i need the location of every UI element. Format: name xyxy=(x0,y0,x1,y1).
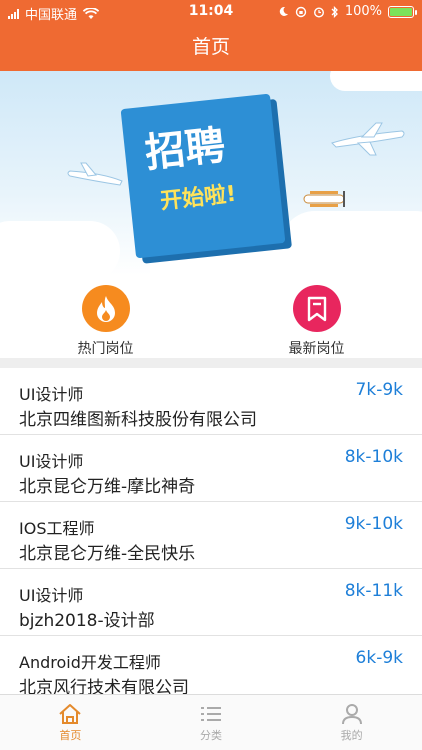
tab-mine-label: 我的 xyxy=(340,729,363,742)
person-icon xyxy=(341,704,362,725)
tab-category[interactable]: 分类 xyxy=(141,695,282,750)
new-jobs-button[interactable]: 最新岗位 xyxy=(211,275,422,358)
job-salary: 8k-11k xyxy=(344,581,403,601)
moon-icon xyxy=(279,6,288,16)
job-salary: 7k-9k xyxy=(355,380,403,400)
tab-home-label: 首页 xyxy=(59,729,82,742)
tab-home[interactable]: 首页 xyxy=(0,695,141,750)
banner-subline: 开始啦! xyxy=(159,181,238,215)
job-company: 北京昆仑万维-摩比神奇 xyxy=(19,477,196,497)
status-bar: 中国联通 11:04 100% xyxy=(0,0,422,24)
job-salary: 8k-10k xyxy=(344,447,403,467)
job-title: UI设计师 xyxy=(19,452,84,471)
airplane-icon xyxy=(331,122,405,156)
job-list: UI设计师 北京四维图新科技股份有限公司 7k-9k UI设计师 北京昆仑万维-… xyxy=(0,368,422,694)
hot-jobs-button[interactable]: 热门岗位 xyxy=(0,275,211,358)
page-title: 首页 xyxy=(191,36,230,58)
category-shortcuts: 热门岗位 最新岗位 xyxy=(0,275,422,358)
home-icon xyxy=(59,704,81,724)
rotation-lock-icon xyxy=(295,6,307,17)
airplane-icon xyxy=(67,162,123,186)
tab-bar: 首页 分类 我的 xyxy=(0,694,422,750)
alarm-icon xyxy=(313,6,324,18)
job-salary: 6k-9k xyxy=(355,648,403,668)
job-title: UI设计师 xyxy=(19,385,84,404)
job-row[interactable]: IOS工程师 北京昆仑万维-全民快乐 9k-10k xyxy=(0,502,422,569)
battery-icon xyxy=(388,5,417,18)
battery-percent: 100% xyxy=(344,4,382,19)
job-row[interactable]: UI设计师 北京昆仑万维-摩比神奇 8k-10k xyxy=(0,435,422,502)
nav-bar: 首页 xyxy=(0,24,422,71)
bookmark-icon xyxy=(292,285,341,332)
status-right: 100% xyxy=(278,4,417,19)
section-divider xyxy=(0,358,422,368)
job-title: IOS工程师 xyxy=(19,519,95,538)
tab-category-label: 分类 xyxy=(200,729,222,742)
job-company: 北京四维图新科技股份有限公司 xyxy=(19,410,257,430)
job-title: Android开发工程师 xyxy=(19,653,161,672)
banner-board: 招聘 开始啦! xyxy=(120,93,286,259)
tab-mine[interactable]: 我的 xyxy=(281,695,422,750)
bluetooth-icon xyxy=(331,5,338,18)
propeller-plane-icon xyxy=(303,191,345,207)
job-company: 北京风行技术有限公司 xyxy=(19,678,189,694)
hot-jobs-label: 热门岗位 xyxy=(77,341,134,357)
job-row[interactable]: Android开发工程师 北京风行技术有限公司 6k-9k xyxy=(0,636,422,694)
job-row[interactable]: UI设计师 bjzh2018-设计部 8k-11k xyxy=(0,569,422,636)
job-company: 北京昆仑万维-全民快乐 xyxy=(19,544,196,564)
recruit-banner[interactable]: 招聘 开始啦! xyxy=(0,71,422,275)
job-title: UI设计师 xyxy=(19,586,84,605)
banner-headline: 招聘 xyxy=(142,122,228,177)
job-company: bjzh2018-设计部 xyxy=(19,611,155,631)
flame-icon xyxy=(81,285,130,332)
job-salary: 9k-10k xyxy=(344,514,403,534)
list-icon xyxy=(201,707,221,721)
job-row[interactable]: UI设计师 北京四维图新科技股份有限公司 7k-9k xyxy=(0,368,422,435)
new-jobs-label: 最新岗位 xyxy=(288,341,345,357)
